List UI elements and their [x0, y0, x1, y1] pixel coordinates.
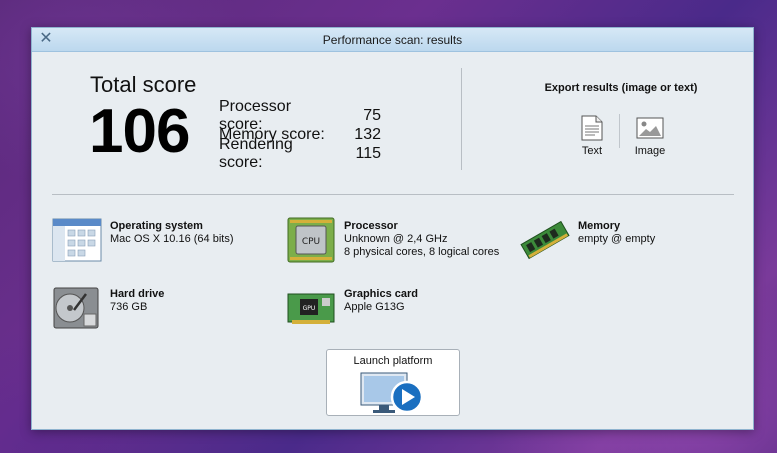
window-title: Performance scan: results: [322, 32, 463, 47]
export-text-label: Text: [581, 145, 603, 157]
image-icon: [636, 117, 664, 139]
play-monitor-icon: [360, 372, 424, 414]
hardware-detail: 8 physical cores, 8 logical cores: [344, 246, 500, 258]
hardware-detail: Unknown @ 2,4 GHz: [344, 233, 448, 245]
cpu-chip-text: CPU: [302, 237, 320, 247]
hardware-drive: Hard drive 736 GB: [52, 284, 164, 332]
text-document-icon: [581, 115, 603, 141]
close-icon[interactable]: ✕: [38, 31, 54, 47]
hardware-os: Operating system Mac OS X 10.16 (64 bits…: [52, 216, 234, 264]
horizontal-divider: [52, 194, 734, 195]
export-text-button[interactable]: Text: [562, 115, 622, 157]
window-icon: [52, 218, 102, 262]
hardware-title: Processor: [344, 220, 398, 232]
hardware-detail: Apple G13G: [344, 301, 405, 313]
hard-drive-icon: [53, 287, 99, 329]
hardware-memory: Memory empty @ empty: [520, 216, 655, 264]
launch-label: Launch platform: [353, 355, 433, 367]
title-bar: ✕ Performance scan: results: [32, 28, 753, 52]
export-image-label: Image: [634, 145, 666, 157]
hardware-title: Graphics card: [344, 288, 418, 300]
score-row-processor: Processor score: 75: [219, 98, 381, 133]
hardware-title: Hard drive: [110, 288, 165, 300]
results-content: Total score 106 Processor score: 75 Memo…: [32, 52, 753, 430]
hardware-detail: Mac OS X 10.16 (64 bits): [110, 233, 234, 245]
cpu-icon: CPU: [287, 217, 335, 263]
score-row-rendering: Rendering score: 115: [219, 136, 381, 171]
ram-icon: [520, 220, 570, 260]
score-value: 132: [354, 125, 381, 143]
graphics-card-icon: GPU: [287, 293, 335, 324]
score-label: Rendering score:: [219, 135, 293, 171]
export-image-button[interactable]: Image: [620, 115, 680, 157]
hardware-processor: CPU Processor Unknown @ 2,4 GHz 8 physic…: [286, 216, 499, 264]
hardware-detail: 736 GB: [110, 301, 148, 313]
total-score-label: Total score: [90, 72, 197, 97]
export-title: Export results (image or text): [544, 82, 698, 94]
gpu-chip-text: GPU: [303, 305, 316, 312]
results-window: ✕ Performance scan: results Total score …: [31, 27, 754, 430]
launch-platform-button[interactable]: Launch platform: [326, 349, 460, 416]
hardware-graphics: GPU Graphics card Apple G13G: [286, 284, 418, 332]
total-score-value: 106: [89, 97, 190, 166]
hardware-title: Memory: [578, 220, 621, 232]
hardware-title: Operating system: [110, 220, 203, 232]
score-breakdown: Processor score: 75 Memory score: 132 Re…: [219, 98, 381, 171]
score-value: 75: [363, 106, 381, 124]
vertical-divider: [461, 68, 462, 170]
hardware-detail: empty @ empty: [578, 233, 656, 245]
score-value: 115: [355, 144, 381, 162]
